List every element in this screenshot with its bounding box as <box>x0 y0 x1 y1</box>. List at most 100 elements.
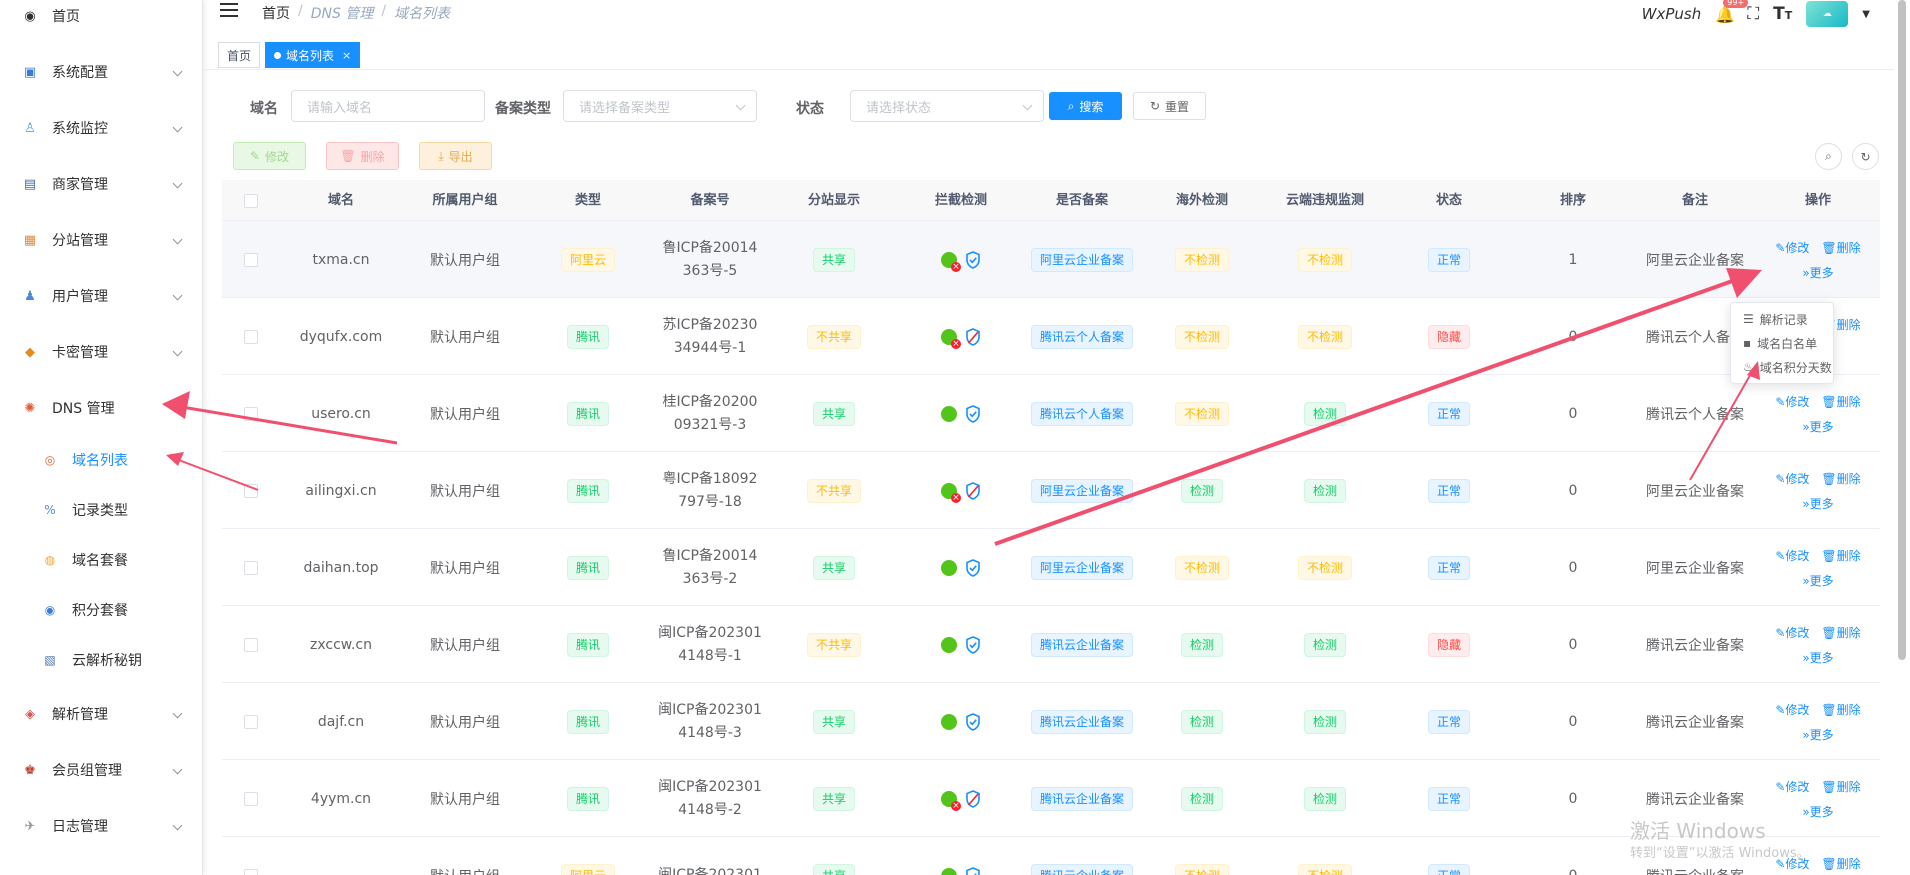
icp-line-1: 闽ICP备202301 <box>658 701 762 718</box>
row-edit-button[interactable]: ✎修改 <box>1775 239 1809 256</box>
row-delete-button[interactable]: 🗑删除 <box>1821 624 1860 641</box>
status-select[interactable]: 请选择状态 <box>850 90 1044 122</box>
delete-button[interactable]: 🗑 删除 <box>326 142 399 170</box>
search-button[interactable]: ⌕ 搜索 <box>1049 92 1122 120</box>
monitor-icon: ▣ <box>23 64 37 80</box>
sidebar-subitem-4[interactable]: ▧ 云解析秘钥 <box>0 635 202 685</box>
select-all-checkbox[interactable] <box>244 193 258 208</box>
edit-button[interactable]: ✎ 修改 <box>233 142 306 170</box>
user-icon: ♟ <box>24 288 36 304</box>
hamburger-icon[interactable] <box>220 3 238 19</box>
row-delete-button[interactable]: 🗑删除 <box>1821 239 1860 256</box>
sidebar-item-5[interactable]: ♟ 用户管理 <box>0 268 202 324</box>
row-edit-button[interactable]: ✎修改 <box>1775 624 1809 641</box>
beian-tag: 腾讯云企业备案 <box>1030 709 1133 734</box>
row-checkbox[interactable] <box>244 329 258 344</box>
row-edit-button[interactable]: ✎修改 <box>1775 393 1809 410</box>
fullscreen-icon[interactable]: ⛶ <box>1747 4 1759 24</box>
row-more-button[interactable]: »更多 <box>1802 264 1833 281</box>
row-more-button[interactable]: »更多 <box>1802 572 1833 589</box>
table-row[interactable]: txma.cn 默认用户组 阿里云 鲁ICP备20014 363号-5 共享 阿里云企业备案… <box>222 221 1880 298</box>
wechat-icon <box>941 636 957 653</box>
row-delete-button[interactable]: 🗑删除 <box>1821 701 1860 718</box>
row-more-button[interactable]: »更多 <box>1802 418 1833 435</box>
close-icon[interactable]: × <box>342 49 351 62</box>
search-toggle-icon[interactable]: ⌕ <box>1815 143 1842 170</box>
row-checkbox[interactable] <box>244 868 258 875</box>
sidebar-subitem-0[interactable]: ◎ 域名列表 <box>0 435 202 485</box>
cell-select <box>231 452 271 529</box>
row-checkbox[interactable] <box>244 252 258 267</box>
row-delete-button[interactable]: 🗑删除 <box>1821 470 1860 487</box>
row-delete-button[interactable]: 🗑删除 <box>1821 393 1860 410</box>
row-checkbox[interactable] <box>244 560 258 575</box>
row-checkbox[interactable] <box>244 406 258 421</box>
sidebar-subitem-1[interactable]: % 记录类型 <box>0 485 202 535</box>
refresh-icon[interactable]: ↻ <box>1852 143 1879 170</box>
tag-domain-list[interactable]: 域名列表 × <box>265 42 361 68</box>
sidebar-bottom-item-0[interactable]: ◈ 解析管理 <box>0 686 202 742</box>
reset-button[interactable]: ↻ 重置 <box>1133 92 1206 120</box>
row-edit-button[interactable]: ✎修改 <box>1775 470 1809 487</box>
log-icon: ✈ <box>24 818 36 834</box>
sidebar-item-7[interactable]: ✺ DNS 管理 <box>0 380 202 436</box>
row-more-button[interactable]: »更多 <box>1802 726 1833 743</box>
header-select-all[interactable] <box>231 180 271 221</box>
row-delete-button[interactable]: 🗑删除 <box>1821 778 1860 795</box>
row-checkbox[interactable] <box>244 637 258 652</box>
row-edit-label: 修改 <box>1785 394 1810 409</box>
bell-icon[interactable]: 🔔 99+ <box>1715 0 1749 24</box>
type-tag: 腾讯 <box>566 632 609 657</box>
sidebar-bottom-item-2[interactable]: ✈ 日志管理 <box>0 798 202 854</box>
export-button[interactable]: ⤓ 导出 <box>419 142 492 170</box>
sidebar-subitem-2[interactable]: ◍ 域名套餐 <box>0 535 202 585</box>
sidebar-subitem-3[interactable]: ◉ 积分套餐 <box>0 585 202 635</box>
cell-sort: 0 <box>1543 452 1603 529</box>
tag-home[interactable]: 首页 <box>218 42 261 68</box>
cell-remark: 腾讯云企业备案 <box>1625 606 1765 683</box>
table-row[interactable]: dyqufx.com 默认用户组 腾讯 苏ICP备20230 34944号-1 不共享 腾讯… <box>222 298 1880 375</box>
table-row[interactable]: ailingxi.cn 默认用户组 腾讯 粤ICP备18092 797号-18 不共享 阿里… <box>222 452 1880 529</box>
row-checkbox[interactable] <box>244 791 258 806</box>
chevron-down-icon[interactable]: ▼ <box>1862 9 1870 20</box>
sidebar-item-2[interactable]: ♙ 系统监控 <box>0 100 202 156</box>
sidebar-item-1[interactable]: ▣ 系统配置 <box>0 44 202 100</box>
row-checkbox[interactable] <box>244 714 258 729</box>
cell-type: 阿里云 <box>548 837 628 875</box>
font-size-icon[interactable]: TT <box>1773 4 1792 24</box>
row-edit-button[interactable]: ✎修改 <box>1775 701 1809 718</box>
cell-overseas: 不检测 <box>1157 837 1247 875</box>
wxpush-link[interactable]: WxPush <box>1642 5 1702 23</box>
table-row[interactable]: usero.cn 默认用户组 腾讯 桂ICP备20200 09321号-3 共享 腾讯云个人… <box>222 375 1880 452</box>
row-more-button[interactable]: »更多 <box>1802 495 1833 512</box>
table-row[interactable]: zxccw.cn 默认用户组 腾讯 闽ICP备202301 4148号-1 不共享 腾讯云企… <box>222 606 1880 683</box>
column-header: 域名 <box>327 193 354 208</box>
type-select[interactable]: 请选择备案类型 <box>563 90 757 122</box>
breadcrumb-home[interactable]: 首页 <box>262 3 290 23</box>
dropdown-parse-records[interactable]: ☰ 解析记录 <box>1731 307 1833 331</box>
share-tag: 共享 <box>812 247 855 272</box>
sidebar-bottom-item-1[interactable]: ♚ 会员组管理 <box>0 742 202 798</box>
points-icon: ◉ <box>44 603 56 617</box>
sidebar-item-0[interactable]: ◉ 首页 <box>0 0 202 44</box>
avatar[interactable]: ☁ <box>1806 1 1849 27</box>
row-more-button[interactable]: »更多 <box>1802 803 1833 820</box>
row-delete-button[interactable]: 🗑删除 <box>1821 547 1860 564</box>
group-text: 默认用户组 <box>430 714 500 731</box>
domain-input[interactable]: 请输入域名 <box>291 90 485 122</box>
row-more-button[interactable]: »更多 <box>1802 649 1833 666</box>
table-row[interactable]: daihan.top 默认用户组 腾讯 鲁ICP备20014 363号-2 共享 阿里云企业… <box>222 529 1880 606</box>
row-delete-button[interactable]: 🗑删除 <box>1821 855 1860 872</box>
dropdown-whitelist[interactable]: ▪ 域名白名单 <box>1731 331 1833 355</box>
scrollbar[interactable] <box>1898 0 1906 660</box>
row-edit-button[interactable]: ✎修改 <box>1775 547 1809 564</box>
dropdown-points-days[interactable]: ♨ 域名积分天数 <box>1731 355 1833 379</box>
table-row[interactable]: dajf.cn 默认用户组 腾讯 闽ICP备202301 4148号-3 共享 腾讯云企业备… <box>222 683 1880 760</box>
sidebar-item-6[interactable]: ◆ 卡密管理 <box>0 324 202 380</box>
wechat-icon <box>941 405 957 422</box>
sidebar-item-3[interactable]: ▤ 商家管理 <box>0 156 202 212</box>
row-edit-button[interactable]: ✎修改 <box>1775 778 1809 795</box>
row-checkbox[interactable] <box>244 483 258 498</box>
list-icon: ☰ <box>1743 312 1754 326</box>
sidebar-item-4[interactable]: ▦ 分站管理 <box>0 212 202 268</box>
